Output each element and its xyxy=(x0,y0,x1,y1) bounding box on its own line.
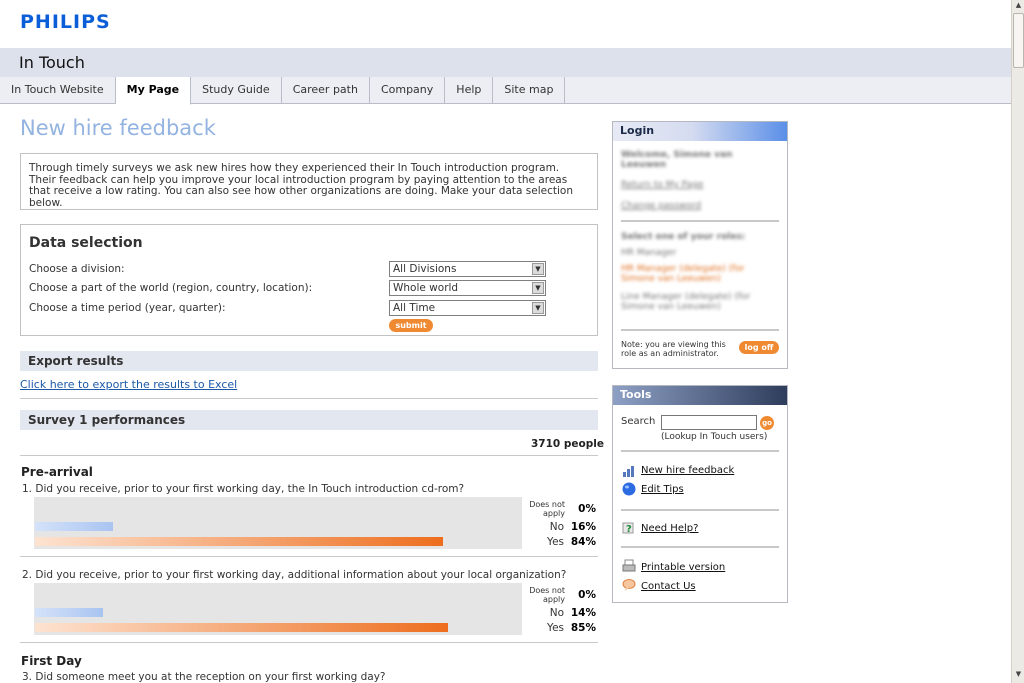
tab-company[interactable]: Company xyxy=(370,77,446,104)
bar-chart-icon xyxy=(623,466,634,477)
section-pre-arrival: Pre-arrival xyxy=(21,465,93,479)
change-password-link[interactable]: Change password xyxy=(621,201,701,211)
question-3: 3. Did someone meet you at the reception… xyxy=(22,671,386,683)
svg-text:?: ? xyxy=(626,524,632,535)
question-1: 1. Did you receive, prior to your first … xyxy=(22,483,465,495)
printer-icon xyxy=(622,559,636,572)
divider xyxy=(20,455,598,456)
people-count: 3710 people xyxy=(531,438,604,450)
speech-bubble-icon xyxy=(622,579,636,591)
yes-pct: 85% xyxy=(570,622,596,634)
export-results-header: Export results xyxy=(20,351,598,371)
time-period-select[interactable]: All Time ▼ xyxy=(389,300,546,316)
divider xyxy=(621,329,779,331)
welcome-text: Welcome, Simone van Leeuwen xyxy=(621,150,733,170)
tab-site-map[interactable]: Site map xyxy=(493,77,566,104)
dropdown-arrow-icon[interactable]: ▼ xyxy=(532,282,544,294)
yes-pct: 84% xyxy=(570,536,596,548)
question-icon: ? xyxy=(622,522,634,535)
dropdown-arrow-icon[interactable]: ▼ xyxy=(532,302,544,314)
does-not-apply-label: Does not apply xyxy=(529,500,565,518)
region-label: Choose a part of the world (region, coun… xyxy=(29,282,313,294)
scroll-down-icon[interactable]: ▼ xyxy=(1013,670,1024,681)
tab-career-path[interactable]: Career path xyxy=(282,77,370,104)
page-title: New hire feedback xyxy=(20,116,216,140)
yes-bar xyxy=(35,537,443,546)
divider xyxy=(621,546,779,548)
role-hr-manager[interactable]: HR Manager xyxy=(621,248,676,258)
philips-logo[interactable]: PHILIPS xyxy=(20,11,111,33)
need-help-link[interactable]: Need Help? xyxy=(641,523,698,534)
search-label: Search xyxy=(621,416,656,427)
no-bar xyxy=(35,608,103,617)
edit-tips-link[interactable]: Edit Tips xyxy=(641,484,684,495)
log-off-button[interactable]: log off xyxy=(739,341,779,354)
region-select[interactable]: Whole world ▼ xyxy=(389,280,546,296)
survey-header: Survey 1 performances xyxy=(20,410,598,430)
tab-my-page[interactable]: My Page xyxy=(115,77,192,105)
does-not-apply-label: Does not apply xyxy=(529,586,565,604)
no-label: No xyxy=(549,607,564,619)
export-excel-link[interactable]: Click here to export the results to Exce… xyxy=(20,378,237,391)
tab-study-guide[interactable]: Study Guide xyxy=(191,77,282,104)
dropdown-arrow-icon[interactable]: ▼ xyxy=(532,263,544,275)
search-go-button[interactable]: go xyxy=(760,416,774,430)
contact-us-link[interactable]: Contact Us xyxy=(641,581,696,592)
globe-icon xyxy=(622,482,636,496)
printable-version-link[interactable]: Printable version xyxy=(641,562,725,573)
data-selection-title: Data selection xyxy=(29,235,143,251)
question-2: 2. Did you receive, prior to your first … xyxy=(22,569,567,581)
app-title-bar: In Touch xyxy=(0,48,1011,77)
divider xyxy=(20,642,598,643)
tab-help[interactable]: Help xyxy=(445,77,494,104)
roles-title: Select one of your roles: xyxy=(621,232,746,242)
yes-label: Yes xyxy=(547,536,564,548)
yes-label: Yes xyxy=(547,622,564,634)
divider xyxy=(621,450,779,452)
time-period-select-value: All Time xyxy=(393,302,436,314)
does-not-apply-pct: 0% xyxy=(578,503,596,515)
does-not-apply-pct: 0% xyxy=(578,589,596,601)
tools-title: Tools xyxy=(613,386,787,405)
search-input[interactable] xyxy=(661,415,757,430)
return-link[interactable]: Return to My Page xyxy=(621,180,703,190)
intro-text: Through timely surveys we ask new hires … xyxy=(20,153,598,210)
divider xyxy=(621,220,779,222)
region-select-value: Whole world xyxy=(393,282,459,294)
no-label: No xyxy=(549,521,564,533)
division-label: Choose a division: xyxy=(29,263,125,275)
new-hire-feedback-link[interactable]: New hire feedback xyxy=(641,465,734,476)
yes-bar xyxy=(35,623,448,632)
divider xyxy=(20,398,598,399)
no-bar xyxy=(35,522,113,531)
role-line-manager-delegate[interactable]: Line Manager (delegate) (for Simone van … xyxy=(621,292,771,312)
division-select-value: All Divisions xyxy=(393,263,457,275)
submit-button[interactable]: submit xyxy=(389,319,433,332)
divider xyxy=(621,509,779,511)
time-period-label: Choose a time period (year, quarter): xyxy=(29,302,226,314)
data-selection-panel: Data selection Choose a division: All Di… xyxy=(20,224,598,336)
no-pct: 14% xyxy=(570,607,596,619)
login-panel: Login Welcome, Simone van Leeuwen Return… xyxy=(612,121,788,369)
main-nav: In Touch Website My Page Study Guide Car… xyxy=(0,77,1011,105)
login-title: Login xyxy=(613,122,787,141)
role-hr-manager-delegate[interactable]: HR Manager (delegate) (for Simone van Le… xyxy=(621,264,771,284)
admin-note: Note: you are viewing this role as an ad… xyxy=(621,340,726,358)
app-title: In Touch xyxy=(19,53,85,72)
tools-panel: Tools Search go (Lookup In Touch users) … xyxy=(612,385,788,603)
question-2-chart xyxy=(34,583,522,635)
scroll-up-icon[interactable]: ▲ xyxy=(1013,1,1024,12)
vertical-scrollbar[interactable]: ▲ ▼ xyxy=(1011,0,1024,683)
section-first-day: First Day xyxy=(21,654,82,668)
search-hint: (Lookup In Touch users) xyxy=(661,432,768,442)
no-pct: 16% xyxy=(570,521,596,533)
divider xyxy=(20,556,598,557)
tab-in-touch-website[interactable]: In Touch Website xyxy=(0,77,116,104)
question-1-chart xyxy=(34,497,522,549)
division-select[interactable]: All Divisions ▼ xyxy=(389,261,546,277)
scrollbar-thumb[interactable] xyxy=(1013,13,1024,68)
